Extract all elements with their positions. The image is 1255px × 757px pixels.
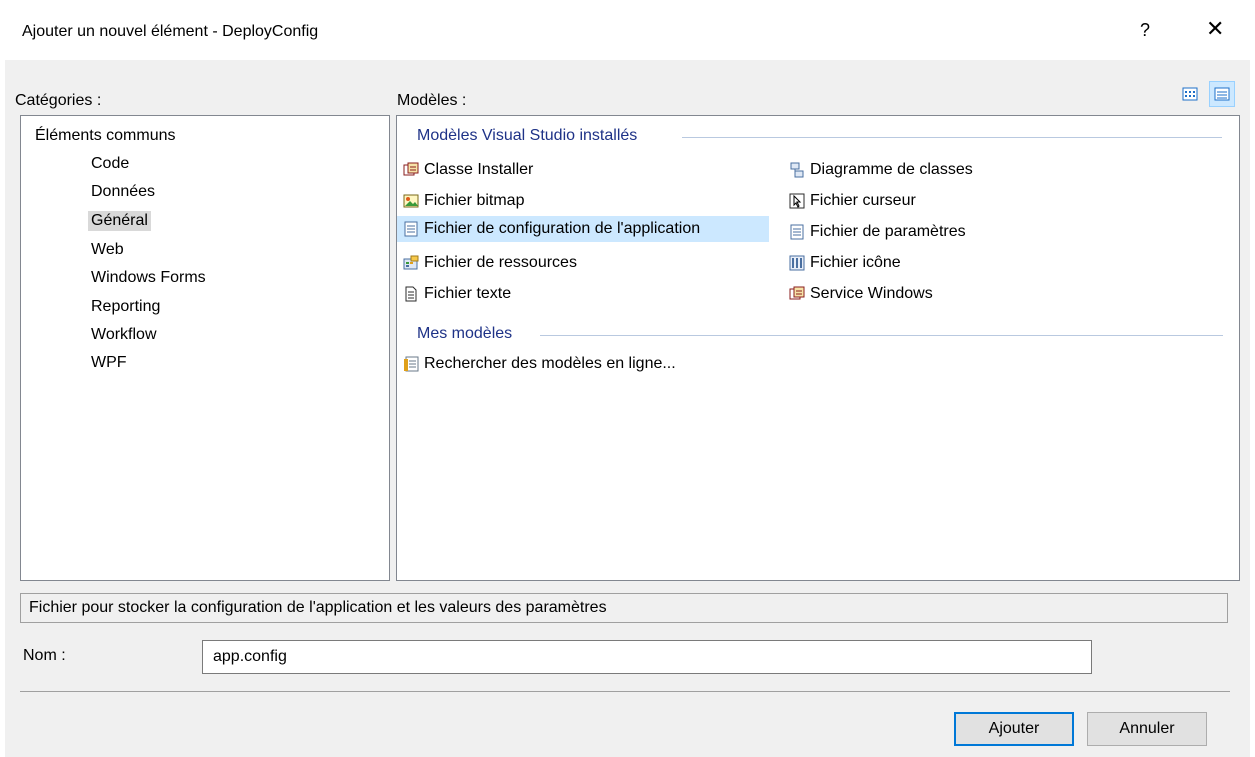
windows-service-icon <box>789 286 805 300</box>
category-reporting[interactable]: Reporting <box>91 298 160 316</box>
template-label: Service Windows <box>810 285 933 302</box>
cancel-button[interactable]: Annuler <box>1087 712 1207 746</box>
template-settings-file[interactable]: Fichier de paramètres <box>789 219 966 245</box>
template-label: Fichier texte <box>424 285 512 302</box>
help-button[interactable]: ? <box>1140 20 1150 41</box>
add-button[interactable]: Ajouter <box>954 712 1074 746</box>
template-label: Fichier curseur <box>810 192 916 209</box>
template-label: Fichier de ressources <box>424 254 577 271</box>
group-my-templates: Mes modèles <box>417 325 513 342</box>
categories-tree[interactable]: Éléments communs Code Données Général We… <box>20 115 390 581</box>
template-label: Fichier icône <box>810 254 901 271</box>
name-input[interactable] <box>202 640 1092 674</box>
bitmap-icon <box>403 194 419 208</box>
text-file-icon <box>405 286 417 302</box>
config-file-icon <box>404 221 418 237</box>
details-view-icon <box>1214 87 1230 101</box>
class-diagram-icon <box>790 162 804 178</box>
template-cursor-file[interactable]: Fichier curseur <box>789 188 916 214</box>
close-button[interactable]: ✕ <box>1206 18 1224 40</box>
group-divider <box>682 137 1222 138</box>
cursor-file-icon <box>789 193 805 209</box>
template-resource-file[interactable]: Fichier de ressources <box>403 250 577 276</box>
template-search-online[interactable]: Rechercher des modèles en ligne... <box>403 351 676 377</box>
category-general[interactable]: Général <box>88 211 151 231</box>
template-label: Fichier de paramètres <box>810 223 966 240</box>
category-windows-forms[interactable]: Windows Forms <box>91 269 206 287</box>
category-data[interactable]: Données <box>91 183 155 201</box>
small-icons-view-button[interactable] <box>1179 83 1201 105</box>
template-windows-service[interactable]: Service Windows <box>789 281 933 307</box>
search-online-icon <box>404 356 419 372</box>
template-installer-class[interactable]: Classe Installer <box>403 157 533 183</box>
name-label: Nom : <box>23 647 66 664</box>
small-icons-view-icon <box>1182 87 1198 101</box>
templates-list[interactable]: Modèles Visual Studio installés Classe I… <box>396 115 1240 581</box>
category-workflow[interactable]: Workflow <box>91 326 157 344</box>
dialog-client: Catégories : Modèles : Éléments communs … <box>5 60 1250 757</box>
separator <box>20 691 1230 692</box>
resource-file-icon <box>403 255 419 270</box>
category-wpf[interactable]: WPF <box>91 354 127 372</box>
template-label: Diagramme de classes <box>810 161 973 178</box>
group-installed-templates: Modèles Visual Studio installés <box>417 127 638 144</box>
icon-file-icon <box>789 255 805 271</box>
categories-label: Catégories : <box>15 92 102 109</box>
category-common-items[interactable]: Éléments communs <box>35 127 176 145</box>
category-code[interactable]: Code <box>91 155 129 173</box>
template-bitmap[interactable]: Fichier bitmap <box>403 188 524 214</box>
details-view-button[interactable] <box>1209 81 1235 107</box>
group-divider <box>540 335 1223 336</box>
templates-label: Modèles : <box>397 92 467 109</box>
template-text-file[interactable]: Fichier texte <box>403 281 511 307</box>
category-web[interactable]: Web <box>91 241 124 259</box>
template-icon-file[interactable]: Fichier icône <box>789 250 901 276</box>
installer-class-icon <box>403 162 419 176</box>
template-class-diagram[interactable]: Diagramme de classes <box>789 157 973 183</box>
template-label: Classe Installer <box>424 161 534 178</box>
settings-file-icon <box>790 224 804 240</box>
template-label: Rechercher des modèles en ligne... <box>424 355 676 372</box>
template-app-config[interactable]: Fichier de configuration de l'applicatio… <box>397 216 769 242</box>
title-bar: Ajouter un nouvel élément - DeployConfig… <box>0 0 1255 60</box>
template-description: Fichier pour stocker la configuration de… <box>20 593 1228 623</box>
template-label: Fichier de configuration de l'applicatio… <box>424 220 701 237</box>
template-label: Fichier bitmap <box>424 192 525 209</box>
window-title: Ajouter un nouvel élément - DeployConfig <box>22 23 319 40</box>
